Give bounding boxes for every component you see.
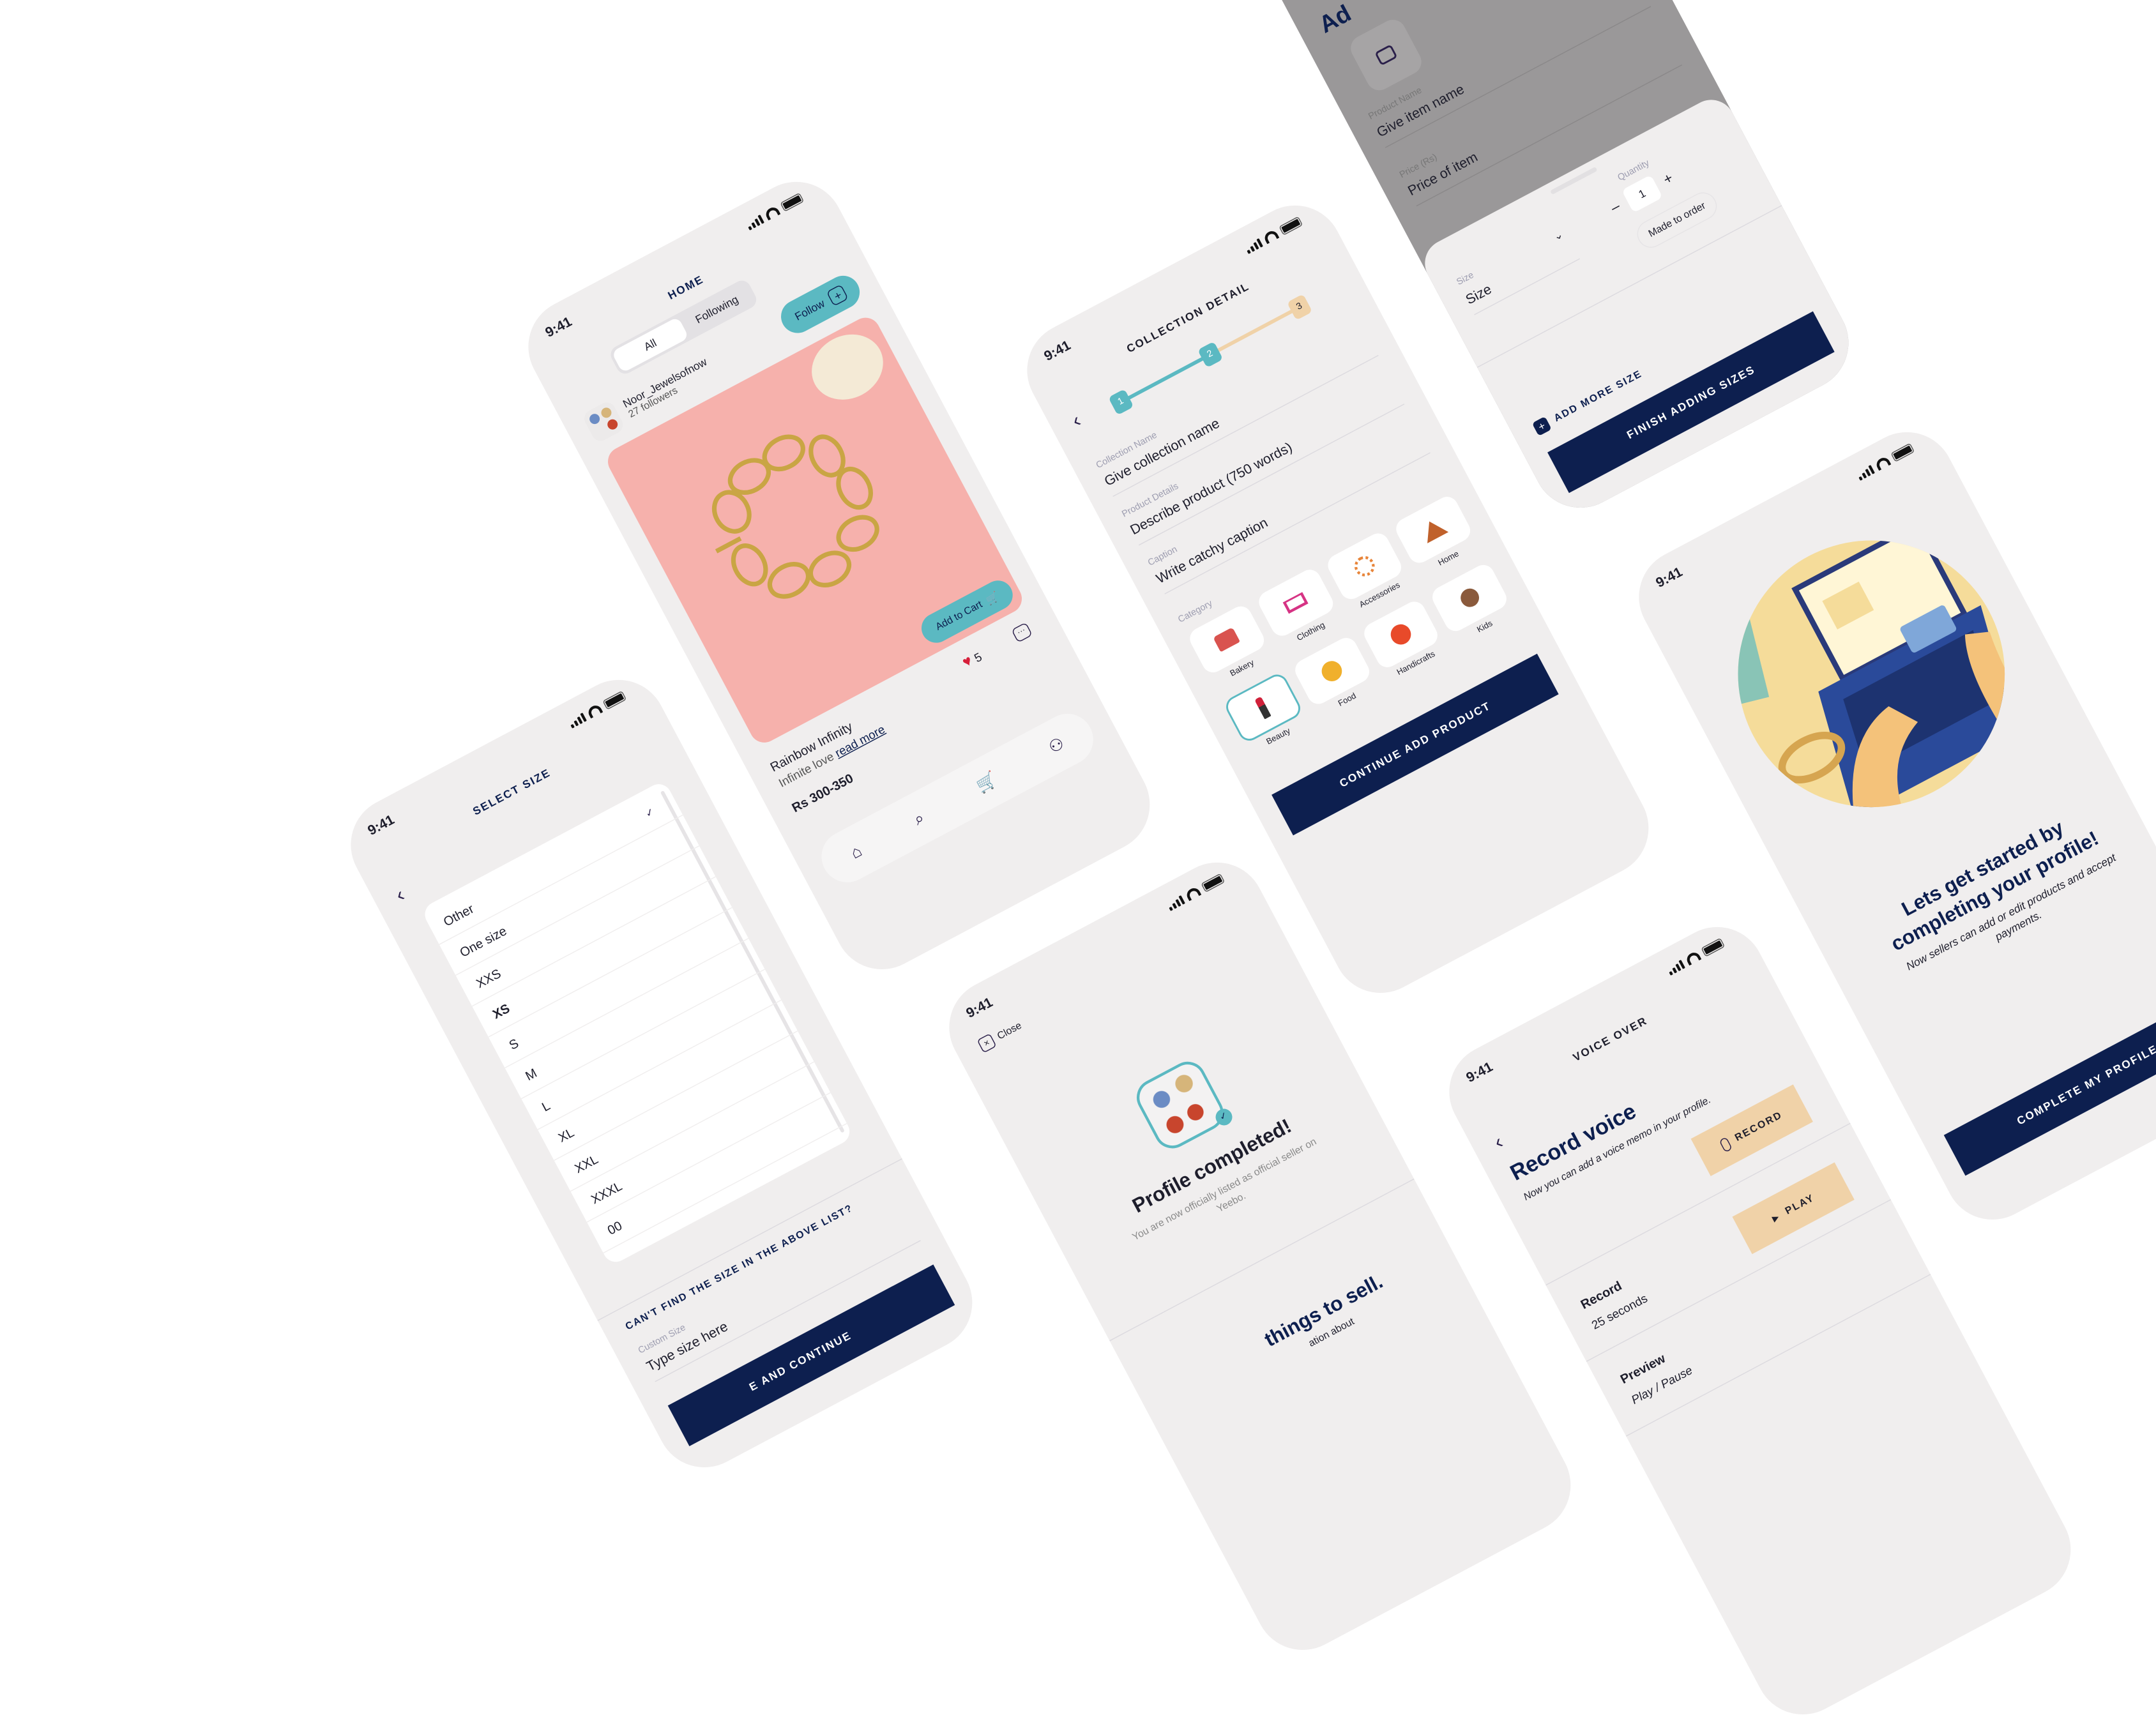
size-option-label: Other	[440, 900, 476, 929]
back-button[interactable]: ‹	[1068, 409, 1085, 433]
category-accessories[interactable]: Accessories	[1323, 529, 1411, 614]
size-option-label: XXS	[473, 965, 503, 991]
wifi-icon	[586, 703, 604, 719]
home-icon[interactable]: ⌂	[847, 841, 865, 863]
status-time: 9:41	[1653, 564, 1685, 591]
category-handicrafts[interactable]: Handicrafts	[1360, 598, 1448, 683]
size-option-label: XXL	[572, 1151, 600, 1175]
size-option-label: 00	[604, 1217, 625, 1237]
step-3: 3	[1286, 294, 1313, 321]
step-line-pending	[1209, 305, 1301, 356]
battery-icon	[602, 690, 627, 710]
like-button[interactable]: ♥ 5	[960, 648, 985, 672]
wifi-icon	[1262, 229, 1280, 245]
checkmark-icon: ✓	[643, 806, 657, 820]
close-label: Close	[995, 1020, 1024, 1043]
plus-icon: +	[1531, 416, 1552, 437]
step-line-done	[1120, 352, 1211, 404]
status-icons	[1244, 216, 1303, 254]
step-2: 2	[1197, 341, 1224, 368]
search-icon[interactable]: ⌕	[910, 808, 927, 829]
page-title: HOME	[665, 272, 706, 303]
size-option-label: XS	[489, 1000, 512, 1022]
seller-avatar	[581, 399, 626, 444]
status-time: 9:41	[1041, 337, 1074, 365]
size-option-label: M	[522, 1064, 539, 1083]
size-list: Other ✓ One size XXS XS S M L XL XXL XXXL 00	[420, 780, 854, 1267]
category-beauty[interactable]: Beauty	[1222, 670, 1310, 756]
status-icons	[1666, 937, 1726, 976]
profile-icon[interactable]: ⚇	[1045, 734, 1068, 758]
like-count: 5	[971, 649, 984, 665]
signal-icon	[1166, 895, 1185, 911]
verified-badge-icon: ✓	[1212, 1105, 1236, 1129]
microphone-icon	[1719, 1136, 1733, 1153]
status-icons	[1166, 873, 1226, 911]
category-kids[interactable]: Kids	[1429, 561, 1516, 646]
status-time: 9:41	[542, 314, 575, 341]
profile-image: ✓	[1130, 1055, 1236, 1155]
status-icons	[568, 690, 627, 729]
back-button[interactable]: ‹	[1490, 1130, 1507, 1154]
cart-icon[interactable]: 🛒	[973, 769, 1000, 796]
play-label: PLAY	[1783, 1192, 1817, 1217]
category-clothing[interactable]: Clothing	[1254, 566, 1342, 651]
chat-icon[interactable]: ···	[1011, 622, 1033, 643]
battery-icon	[1201, 873, 1226, 893]
wifi-icon	[763, 205, 781, 221]
category-food[interactable]: Food	[1291, 634, 1379, 719]
page-title: VOICE OVER	[1570, 1014, 1650, 1064]
battery-icon	[1701, 937, 1726, 957]
battery-icon	[1279, 216, 1303, 236]
laptop-payment-illustration	[1690, 493, 2052, 854]
close-button[interactable]: × Close	[976, 1018, 1025, 1054]
wifi-icon	[1684, 950, 1702, 966]
divider	[1625, 1274, 1931, 1437]
follow-label: Follow	[793, 296, 827, 324]
battery-icon	[780, 192, 805, 212]
wifi-icon	[1874, 455, 1892, 471]
signal-icon	[1666, 960, 1685, 976]
play-icon: ▶	[1770, 1211, 1782, 1223]
complete-my-profile-button[interactable]: COMPLETE MY PROFILE	[1943, 994, 2156, 1176]
bottom-nav: ⌂ ⌕ 🛒 ⚇	[812, 704, 1102, 891]
camera-icon	[1374, 44, 1398, 66]
status-time: 9:41	[1463, 1059, 1496, 1086]
decrement-button[interactable]: –	[1608, 199, 1623, 217]
profile-completed-screen: 9:41 × Close ✓ Profile completed! You ar…	[932, 845, 1588, 1667]
size-option-label: L	[538, 1097, 552, 1114]
signal-icon	[745, 215, 764, 231]
category-home[interactable]: Home	[1392, 492, 1480, 578]
button-label: E AND CONTINUE	[747, 1329, 854, 1394]
signal-icon	[1856, 465, 1875, 481]
status-time: 9:41	[365, 812, 397, 839]
signal-icon	[568, 713, 587, 729]
size-option-label: XL	[555, 1124, 577, 1145]
battery-icon	[1890, 442, 1915, 462]
wifi-icon	[1184, 886, 1202, 902]
plus-icon: +	[826, 283, 849, 306]
signal-icon	[1244, 238, 1263, 254]
status-time: 9:41	[963, 994, 996, 1022]
size-dropdown[interactable]: Size Size ⌄	[1455, 222, 1581, 315]
increment-button[interactable]: +	[1661, 170, 1676, 189]
close-icon: ×	[976, 1033, 997, 1054]
status-icons	[1856, 442, 1915, 481]
size-option-label: XXXL	[588, 1177, 625, 1207]
quantity-input[interactable]: 1	[1621, 174, 1663, 213]
cart-icon: 🛒	[984, 591, 1001, 607]
size-option-label: S	[506, 1034, 521, 1052]
back-button[interactable]: ‹	[391, 883, 409, 907]
record-label: RECORD	[1733, 1109, 1785, 1144]
step-1: 1	[1108, 388, 1134, 416]
